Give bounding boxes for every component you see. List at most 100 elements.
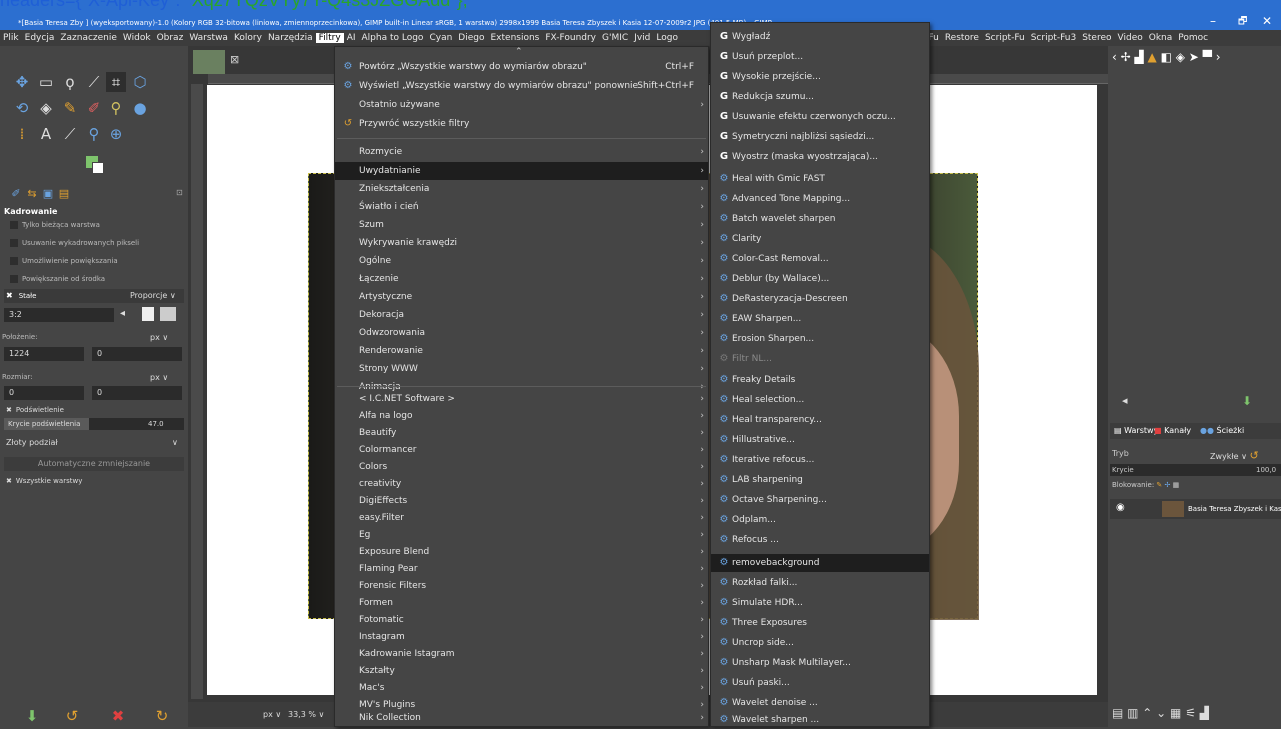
enhance-noise-reduction[interactable]: G Redukcja szumu... xyxy=(711,88,929,106)
brush-prev-icon[interactable]: ◂ xyxy=(1122,394,1128,407)
position-y-input[interactable]: 0 xyxy=(92,347,182,361)
fixed-aspect-label[interactable]: ✖ Stałe xyxy=(6,291,36,300)
enhance-removebackground[interactable]: ⚙ removebackground xyxy=(711,554,929,572)
menu-flaming-pear[interactable]: Flaming Pear › xyxy=(335,560,708,578)
menu-restore[interactable]: Restore xyxy=(942,33,982,43)
menu-nik-collection[interactable]: Nik Collection › xyxy=(335,709,708,727)
reset-options-icon[interactable]: ↻ xyxy=(152,706,172,726)
move-tool-icon[interactable]: ✥ xyxy=(12,72,32,92)
scroll-up-icon[interactable]: ⌃ xyxy=(515,47,523,57)
enhance-red-eye[interactable]: G Usuwanie efektu czerwonych oczu... xyxy=(711,108,929,126)
menu-jvid[interactable]: Jvid xyxy=(631,33,653,43)
menu-generic[interactable]: Ogólne › xyxy=(335,252,708,270)
enhance-smooth[interactable]: G Wygładź xyxy=(711,28,929,46)
enhance-erosion-sharpen[interactable]: ⚙ Erosion Sharpen... xyxy=(711,330,929,348)
size-w-input[interactable]: 0 xyxy=(4,386,84,400)
position-x-input[interactable]: 1224 xyxy=(4,347,84,361)
menu-tools[interactable]: Narzędzia xyxy=(265,33,316,43)
paths-icon[interactable]: ⁞ xyxy=(12,124,32,144)
portrait-icon[interactable] xyxy=(142,307,154,321)
menu-render[interactable]: Renderowanie › xyxy=(335,342,708,360)
enhance-wavelet-denoise[interactable]: ⚙ Wavelet denoise ... xyxy=(711,694,929,712)
menu-digieffects[interactable]: DigiEffects › xyxy=(335,492,708,510)
enhance-heal-transparency[interactable]: ⚙ Heal transparency... xyxy=(711,411,929,429)
brush-save-icon[interactable]: ⬇ xyxy=(1242,394,1252,408)
autoshrink-button[interactable]: Automatyczne zmniejszanie xyxy=(4,457,184,471)
menu-crop-instagram[interactable]: Kadrowanie Istagram › xyxy=(335,645,708,663)
transform-icon[interactable]: ⬡ xyxy=(130,72,150,92)
option-expand-center[interactable]: Powiększanie od środka xyxy=(10,275,105,283)
enhance-eaw-sharpen[interactable]: ⚙ EAW Sharpen... xyxy=(711,310,929,328)
option-allow-growing[interactable]: Umożliwienie powiększania xyxy=(10,257,118,265)
enhance-unsharp-multilayer[interactable]: ⚙ Unsharp Mask Multilayer... xyxy=(711,654,929,672)
enhance-three-exposures[interactable]: ⚙ Three Exposures xyxy=(711,614,929,632)
menu-colors-sub[interactable]: Colors › xyxy=(335,458,708,476)
close-image-tab-icon[interactable]: ⊠ xyxy=(230,53,239,66)
menu-file[interactable]: Plik xyxy=(0,33,22,43)
menu-icnet[interactable]: < I.C.NET Software > › xyxy=(335,390,708,408)
menu-diego[interactable]: Diego xyxy=(455,33,487,43)
enhance-wavelet-decompose[interactable]: ⚙ Rozkład falki... xyxy=(711,574,929,592)
enhance-destripe[interactable]: ⚙ Usuń paski... xyxy=(711,674,929,692)
status-zoom[interactable]: 33,3 % ∨ xyxy=(288,710,324,719)
menu-distorts[interactable]: Zniekształcenia › xyxy=(335,180,708,198)
menu-reshow-last[interactable]: ⚙ Wyświetl „Wszystkie warstwy do wymiarów… xyxy=(335,77,708,95)
menu-help[interactable]: Pomoc xyxy=(1175,33,1211,43)
restore-options-icon[interactable]: ↺ xyxy=(62,706,82,726)
menu-windows[interactable]: Okna xyxy=(1146,33,1176,43)
clear-ratio-icon[interactable]: ◂ xyxy=(120,308,125,319)
tab-paths[interactable]: ●● Ścieżki xyxy=(1200,426,1244,435)
menu-web[interactable]: Strony WWW › xyxy=(335,360,708,378)
warp-icon[interactable]: ⟲ xyxy=(12,98,32,118)
menu-forensic[interactable]: Forensic Filters › xyxy=(335,577,708,595)
menu-cyan[interactable]: Cyan xyxy=(426,33,455,43)
layers-bottom-toolbar-icons[interactable]: ▤ ▥ ⌃ ⌄ ▦ ⚟ ▟ xyxy=(1112,706,1209,720)
menu-decor[interactable]: Dekoracja › xyxy=(335,306,708,324)
enhance-color-cast[interactable]: ⚙ Color-Cast Removal... xyxy=(711,250,929,268)
menu-fx-foundry[interactable]: FX-Foundry xyxy=(542,33,599,43)
position-unit[interactable]: px ∨ xyxy=(150,333,168,342)
menu-enhance[interactable]: Uwydatnianie › xyxy=(335,162,708,180)
menu-blur[interactable]: Rozmycie › xyxy=(335,143,708,161)
menu-beautify[interactable]: Beautify › xyxy=(335,424,708,442)
panel-menu-icon[interactable]: ⊡ xyxy=(176,188,183,197)
menu-shapes[interactable]: Kształty › xyxy=(335,662,708,680)
measure-icon[interactable]: ⊕ xyxy=(106,124,126,144)
enhance-hillustrative[interactable]: ⚙ Hillustrative... xyxy=(711,431,929,449)
guides-chevron-icon[interactable]: ∨ xyxy=(172,438,178,447)
enhance-unsharp-mask[interactable]: G Wyostrz (maska wyostrzająca)... xyxy=(711,148,929,166)
color-picker-icon[interactable]: ⟋ xyxy=(60,124,80,144)
menu-recently-used[interactable]: Ostatnio używane › xyxy=(335,96,708,114)
menu-ai[interactable]: AI xyxy=(344,33,359,43)
bucket-icon[interactable]: ◈ xyxy=(36,98,56,118)
enhance-high-pass[interactable]: G Wysokie przejście... xyxy=(711,68,929,86)
enhance-heal-selection[interactable]: ⚙ Heal selection... xyxy=(711,391,929,409)
smudge-icon[interactable]: ● xyxy=(130,98,150,118)
menu-reset-all-filters[interactable]: ↺ Przywróć wszystkie filtry xyxy=(335,115,708,133)
menu-stereo[interactable]: Stereo xyxy=(1079,33,1114,43)
menu-layer[interactable]: Warstwa xyxy=(186,33,231,43)
enhance-despeckle[interactable]: ⚙ Odplam... xyxy=(711,511,929,529)
menu-video[interactable]: Video xyxy=(1115,33,1146,43)
fuzzy-select-icon[interactable]: ⟋ xyxy=(84,72,104,92)
all-layers-option[interactable]: ✖ Wszystkie warstwy xyxy=(6,477,82,485)
menu-exposure-blend[interactable]: Exposure Blend › xyxy=(335,543,708,561)
size-unit[interactable]: px ∨ xyxy=(150,373,168,382)
menu-map[interactable]: Odwzorowania › xyxy=(335,324,708,342)
landscape-icon[interactable] xyxy=(160,307,176,321)
minimize-button[interactable]: – xyxy=(1210,14,1216,28)
ratio-input[interactable]: 3:2 xyxy=(4,308,114,322)
menu-fotomatic[interactable]: Fotomatic › xyxy=(335,611,708,629)
close-button[interactable]: ✕ xyxy=(1262,14,1272,28)
enhance-simulate-hdr[interactable]: ⚙ Simulate HDR... xyxy=(711,594,929,612)
menu-alpha-logo[interactable]: Alfa na logo › xyxy=(335,407,708,425)
layer-visibility-icon[interactable]: ◉ xyxy=(1116,502,1125,513)
menu-gmic[interactable]: G'MIC xyxy=(599,33,631,43)
device-status-tab-icon[interactable]: ▤ xyxy=(54,184,74,204)
menu-colors[interactable]: Kolory xyxy=(231,33,265,43)
menu-edit[interactable]: Edycja xyxy=(22,33,58,43)
menu-extensions[interactable]: Extensions xyxy=(487,33,542,43)
menu-view[interactable]: Widok xyxy=(120,33,154,43)
enhance-freaky-details[interactable]: ⚙ Freaky Details xyxy=(711,371,929,389)
enhance-descreen[interactable]: ⚙ DeRasteryzacja-Descreen xyxy=(711,290,929,308)
